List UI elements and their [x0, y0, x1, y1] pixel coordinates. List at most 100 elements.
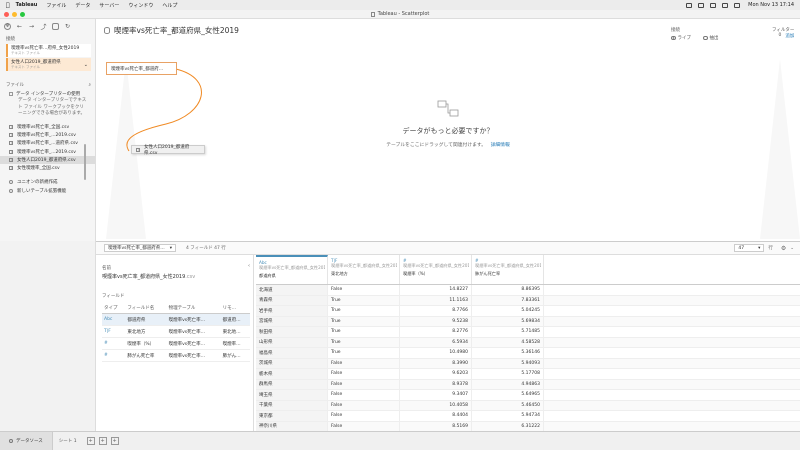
table-cell: 5.46450	[472, 400, 544, 410]
file-item[interactable]: 喫煙率vs死亡率_...2019.csv	[0, 147, 95, 155]
new-dashboard-icon[interactable]: +	[98, 437, 107, 445]
data-grid[interactable]: Abc 喫煙率vs死亡率_都道府県_女性2019… 都道府県 T|F 喫煙率vs…	[256, 255, 800, 431]
table-row[interactable]: 群馬県 False 8.9378 4.94863	[256, 379, 800, 390]
connection-item-selected[interactable]: 女性人口2019_都道府県 テキスト ファイル ⌄	[6, 58, 91, 71]
grid-column-header[interactable]: # 喫煙率vs死亡率_都道府県_女性2019… 肺がん死亡率	[472, 255, 544, 284]
table-row[interactable]: 茨城県 False 8.3990 5.94093	[256, 358, 800, 369]
grid-column-header[interactable]: T|F 喫煙率vs死亡率_都道府県_女性2019… 東北地方	[328, 255, 400, 284]
extension-icon	[9, 189, 13, 194]
menu-server[interactable]: サーバー	[99, 2, 119, 9]
table-cell: True	[328, 348, 400, 358]
table-cell: 9.6203	[400, 369, 472, 379]
add-tables-illustration-icon	[437, 100, 459, 117]
field-row[interactable]: # 喫煙率（%） 喫煙率vs死亡率… 喫煙率…	[102, 337, 250, 350]
toolbar: ✻ ← → ⤴ ↻	[0, 19, 95, 33]
battery-icon[interactable]	[710, 2, 717, 8]
number-type-icon[interactable]: #	[102, 349, 126, 362]
file-item-selected[interactable]: 女性人口2019_都道府県.csv	[0, 155, 95, 164]
details-link[interactable]: 詳細情報	[491, 143, 510, 148]
control-center-icon[interactable]	[734, 2, 741, 8]
search-icon[interactable]	[722, 2, 729, 8]
data-source-canvas[interactable]: 喫煙率vs死亡率_都道府県_女性2019 接続 ライブ 抽出 フィルター 0 追…	[96, 19, 800, 241]
chevron-down-icon[interactable]: ⌄	[84, 62, 88, 68]
file-item[interactable]: 喫煙率vs死亡率_...道府県.csv	[0, 139, 95, 147]
table-row[interactable]: 神奈川県 False 8.5169 6.31222	[256, 421, 800, 431]
table-row[interactable]: 千葉県 False 10.4058 5.46450	[256, 400, 800, 411]
table-row[interactable]: 秋田県 True 8.2776 5.71485	[256, 327, 800, 338]
table-grid-icon	[9, 149, 13, 154]
table-cell: False	[328, 358, 400, 368]
maximize-window-button[interactable]	[20, 12, 25, 17]
new-union-item[interactable]: ユニオンの新規作成	[0, 176, 95, 185]
table-row[interactable]: 東京都 False 8.4404 5.94734	[256, 411, 800, 422]
grid-column-header[interactable]: Abc 喫煙率vs死亡率_都道府県_女性2019… 都道府県	[256, 255, 328, 284]
file-item[interactable]: 女性喫煙率_全国.csv	[0, 164, 95, 172]
grid-header: Abc 喫煙率vs死亡率_都道府県_女性2019… 都道府県 T|F 喫煙率vs…	[256, 255, 800, 285]
table-grid-icon	[9, 141, 13, 146]
redo-icon[interactable]: ⤴	[40, 23, 47, 31]
field-row[interactable]: # 肺がん死亡率 喫煙率vs死亡率… 肺がん…	[102, 349, 250, 362]
refresh-icon[interactable]: ↻	[64, 23, 71, 30]
table-row[interactable]: 栃木県 False 9.6203 5.17708	[256, 369, 800, 380]
metadata-panel: ‹ 名前 喫煙率vs死亡率_都道府県_女性2019.csv フィールド タイプ …	[96, 255, 254, 431]
gear-icon[interactable]: ⚙	[781, 245, 786, 252]
new-table-extension-item[interactable]: 新しいテーブル拡張機能	[0, 185, 95, 194]
new-sheet-icon[interactable]: +	[86, 437, 95, 445]
table-row[interactable]: 埼玉県 False 9.3407 5.64965	[256, 390, 800, 401]
dragging-table-card[interactable]: 女性人口2019_都道府県.csv	[131, 145, 205, 156]
menu-clock[interactable]: Mon Nov 13 17:14	[748, 2, 794, 8]
table-cell: 青森県	[256, 295, 328, 305]
connection-item[interactable]: 喫煙率vs死亡率…府県_女性2019 テキスト ファイル	[6, 44, 91, 57]
table-cell: 8.2776	[400, 327, 472, 337]
apple-icon[interactable]: 	[6, 2, 10, 9]
tableau-logo-icon[interactable]: ✻	[4, 22, 11, 30]
table-row[interactable]: 北海道 False 14.8227 8.86395	[256, 285, 800, 296]
search-files-icon[interactable]: ⌕	[88, 82, 91, 88]
table-select[interactable]: 喫煙率vs死亡率_都道府県… ▾	[104, 244, 176, 252]
table-row[interactable]: 青森県 True 11.1163 7.83361	[256, 295, 800, 306]
menu-tableau[interactable]: Tableau	[16, 2, 38, 8]
file-item[interactable]: 喫煙率vs死亡率_...2019.csv	[0, 131, 95, 139]
table-grid-icon	[9, 157, 13, 162]
table-cell: 6.31222	[472, 421, 544, 431]
table-cell: 秋田県	[256, 327, 328, 337]
interpreter-checkbox[interactable]	[9, 91, 13, 96]
back-icon[interactable]: ←	[16, 23, 23, 30]
collapse-panel-icon[interactable]: ‹	[248, 263, 250, 269]
menu-help[interactable]: ヘルプ	[162, 2, 177, 9]
table-row[interactable]: 岩手県 True 8.7766 5.04245	[256, 306, 800, 317]
string-type-icon[interactable]: Abc	[102, 313, 126, 326]
chevron-down-icon[interactable]: ⌄	[790, 246, 794, 251]
minimize-window-button[interactable]	[12, 12, 17, 17]
boolean-type-icon[interactable]: T|F	[102, 325, 126, 338]
sheet-tab[interactable]: シート 1	[53, 438, 83, 444]
empty-canvas-message: データがもっと必要ですか？ テーブルをここにドラッグして関連付けます。 詳細情報	[348, 99, 548, 148]
table-row[interactable]: 宮城県 True 9.5238 5.69834	[256, 316, 800, 327]
grid-column-header[interactable]: # 喫煙率vs死亡率_都道府県_女性2019… 喫煙率（%）	[400, 255, 472, 284]
number-type-icon[interactable]: #	[102, 337, 126, 350]
datasource-tab[interactable]: データソース	[0, 431, 53, 450]
field-row[interactable]: T|F 東北地方 喫煙率vs死亡率… 東北地…	[102, 325, 250, 338]
table-cell: 10.4058	[400, 400, 472, 410]
close-window-button[interactable]	[4, 12, 9, 17]
menu-window[interactable]: ウィンドウ	[128, 2, 153, 9]
rows-input[interactable]: 47 ▾	[734, 244, 765, 252]
save-icon[interactable]	[52, 22, 59, 30]
field-row[interactable]: Abc 都道府県 喫煙率vs死亡率… 都道府…	[102, 313, 250, 326]
menu-data[interactable]: データ	[75, 2, 90, 9]
table-card[interactable]: 喫煙率vs死亡率_都道府…	[106, 62, 177, 75]
interpreter-description: データ インタープリターでテキスト ファイル ワークブックをクリーニングできる場…	[18, 98, 87, 116]
fields-table: タイプ フィールド名 物理テーブル リモ… Abc 都道府県 喫煙率vs死亡率……	[102, 303, 250, 362]
files-scrollbar[interactable]	[84, 144, 86, 180]
menu-file[interactable]: ファイル	[46, 2, 66, 9]
table-row[interactable]: 山形県 True 6.5934 4.58528	[256, 337, 800, 348]
table-row[interactable]: 福島県 True 10.4980 5.36146	[256, 348, 800, 359]
wifi-icon[interactable]	[698, 2, 705, 8]
table-grid-icon	[9, 132, 13, 137]
forward-icon[interactable]: →	[28, 23, 35, 30]
file-item[interactable]: 喫煙率vs死亡率_全国.csv	[0, 123, 95, 131]
table-cell: 5.04245	[472, 306, 544, 316]
new-story-icon[interactable]: +	[110, 437, 119, 445]
dropbox-icon[interactable]	[686, 2, 693, 8]
table-cell: False	[328, 421, 400, 431]
